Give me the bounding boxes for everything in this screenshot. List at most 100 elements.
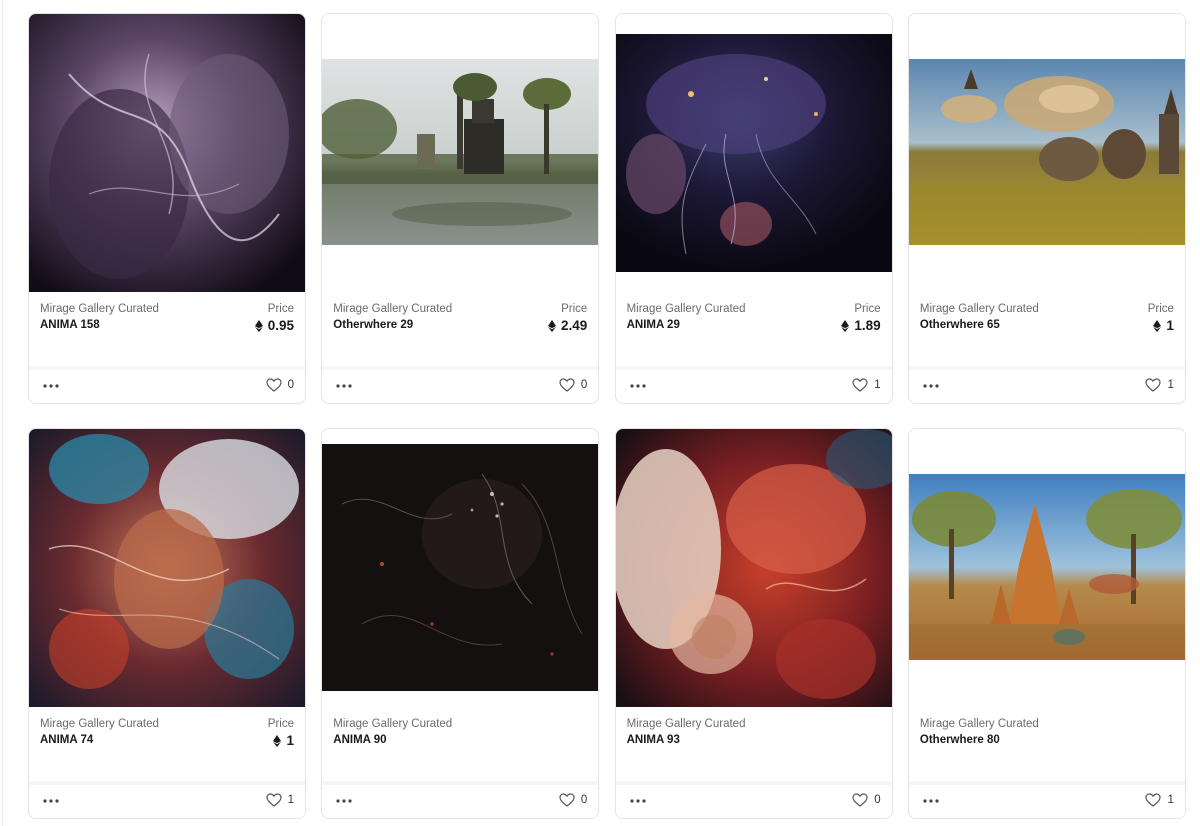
nft-title[interactable]: ANIMA 90 bbox=[333, 734, 386, 746]
heart-icon bbox=[852, 378, 868, 392]
card-info: Mirage Gallery Curated Otherwhere 80 bbox=[908, 707, 1185, 782]
nft-card[interactable]: Mirage Gallery Curated ANIMA 90 0 bbox=[321, 428, 600, 819]
more-options-icon[interactable] bbox=[335, 380, 353, 392]
artwork-image[interactable] bbox=[615, 34, 892, 272]
like-count: 1 bbox=[1167, 794, 1174, 806]
artwork-image[interactable] bbox=[322, 444, 599, 691]
creator-name[interactable]: Mirage Gallery Curated bbox=[627, 303, 755, 315]
card-info: Mirage Gallery Curated Otherwhere 65 Pri… bbox=[908, 292, 1185, 367]
card-media[interactable] bbox=[615, 14, 892, 292]
like-button[interactable]: 0 bbox=[852, 793, 881, 807]
nft-card[interactable]: Mirage Gallery Curated Otherwhere 80 1 bbox=[907, 428, 1186, 819]
artwork-image[interactable] bbox=[29, 14, 305, 292]
creator-name[interactable]: Mirage Gallery Curated bbox=[920, 303, 1048, 315]
card-footer: 0 bbox=[322, 366, 599, 403]
card-info: Mirage Gallery Curated ANIMA 93 bbox=[615, 707, 892, 782]
more-options-icon[interactable] bbox=[629, 795, 647, 807]
like-count: 0 bbox=[580, 379, 588, 391]
nft-card[interactable]: Mirage Gallery Curated ANIMA 74 Price 1 … bbox=[28, 428, 306, 819]
artwork-image[interactable] bbox=[908, 474, 1185, 660]
nft-card[interactable]: Mirage Gallery Curated ANIMA 158 Price 0… bbox=[28, 13, 306, 404]
nft-title[interactable]: ANIMA 29 bbox=[627, 319, 680, 331]
card-footer: 0 bbox=[322, 781, 599, 818]
more-options-icon[interactable] bbox=[335, 795, 353, 807]
heart-icon bbox=[852, 793, 868, 807]
card-media[interactable] bbox=[908, 429, 1185, 707]
artwork-image[interactable] bbox=[29, 429, 305, 707]
card-media[interactable] bbox=[29, 14, 305, 292]
artwork-image[interactable] bbox=[908, 59, 1185, 245]
more-options-icon[interactable] bbox=[42, 795, 60, 807]
heart-icon bbox=[265, 378, 282, 392]
price-label: Price bbox=[854, 303, 881, 315]
nft-card[interactable]: Mirage Gallery Curated Otherwhere 65 Pri… bbox=[907, 13, 1186, 404]
nft-card[interactable]: Mirage Gallery Curated Otherwhere 29 Pri… bbox=[321, 13, 600, 404]
like-button[interactable]: 1 bbox=[852, 378, 881, 392]
card-footer: 1 bbox=[615, 366, 892, 403]
heart-icon bbox=[1145, 378, 1162, 392]
like-button[interactable]: 1 bbox=[1145, 793, 1174, 807]
nft-title[interactable]: ANIMA 74 bbox=[40, 734, 93, 746]
more-options-icon[interactable] bbox=[629, 380, 647, 392]
card-media[interactable] bbox=[322, 429, 599, 707]
heart-icon bbox=[265, 793, 282, 807]
like-button[interactable]: 1 bbox=[265, 793, 294, 807]
nft-card[interactable]: Mirage Gallery Curated ANIMA 29 Price 1.… bbox=[614, 13, 893, 404]
price-value: 1.89 bbox=[841, 318, 881, 333]
ethereum-icon bbox=[273, 734, 282, 747]
more-options-icon[interactable] bbox=[922, 380, 940, 392]
heart-icon bbox=[559, 793, 575, 807]
like-button[interactable]: 1 bbox=[1145, 378, 1174, 392]
creator-name[interactable]: Mirage Gallery Curated bbox=[333, 303, 461, 315]
price-value: 0.95 bbox=[254, 318, 294, 333]
card-footer: 1 bbox=[908, 366, 1185, 403]
price-amount: 2.49 bbox=[561, 318, 588, 333]
nft-grid: Mirage Gallery Curated ANIMA 158 Price 0… bbox=[28, 13, 1186, 819]
like-count: 0 bbox=[580, 794, 588, 806]
ethereum-icon bbox=[254, 319, 263, 332]
price-value: 1 bbox=[273, 733, 294, 748]
heart-icon bbox=[559, 378, 575, 392]
card-footer: 0 bbox=[615, 781, 892, 818]
nft-title[interactable]: Otherwhere 80 bbox=[920, 734, 1000, 746]
like-count: 0 bbox=[287, 379, 294, 391]
price-amount: 1 bbox=[286, 733, 294, 748]
creator-name[interactable]: Mirage Gallery Curated bbox=[627, 718, 755, 730]
card-footer: 1 bbox=[908, 781, 1185, 818]
creator-name[interactable]: Mirage Gallery Curated bbox=[40, 718, 168, 730]
ethereum-icon bbox=[841, 319, 850, 332]
nft-title[interactable]: Otherwhere 65 bbox=[920, 319, 1000, 331]
price-value: 1 bbox=[1153, 318, 1174, 333]
card-media[interactable] bbox=[908, 14, 1185, 292]
like-button[interactable]: 0 bbox=[265, 378, 294, 392]
nft-card[interactable]: Mirage Gallery Curated ANIMA 93 0 bbox=[614, 428, 893, 819]
card-info: Mirage Gallery Curated ANIMA 29 Price 1.… bbox=[615, 292, 892, 367]
price-label: Price bbox=[561, 303, 588, 315]
left-edge-divider bbox=[0, 0, 3, 826]
card-info: Mirage Gallery Curated ANIMA 158 Price 0… bbox=[29, 292, 305, 367]
artwork-image[interactable] bbox=[322, 59, 599, 245]
creator-name[interactable]: Mirage Gallery Curated bbox=[920, 718, 1048, 730]
card-media[interactable] bbox=[322, 14, 599, 292]
price-label: Price bbox=[267, 718, 294, 730]
card-footer: 0 bbox=[29, 366, 305, 403]
ethereum-icon bbox=[1153, 319, 1162, 332]
more-options-icon[interactable] bbox=[42, 380, 60, 392]
artwork-image[interactable] bbox=[615, 429, 892, 707]
price-label: Price bbox=[1147, 303, 1174, 315]
nft-title[interactable]: ANIMA 158 bbox=[40, 319, 100, 331]
card-media[interactable] bbox=[29, 429, 305, 707]
like-button[interactable]: 0 bbox=[559, 793, 587, 807]
nft-title[interactable]: ANIMA 93 bbox=[627, 734, 680, 746]
creator-name[interactable]: Mirage Gallery Curated bbox=[333, 718, 461, 730]
like-button[interactable]: 0 bbox=[559, 378, 587, 392]
like-count: 1 bbox=[1167, 379, 1174, 391]
creator-name[interactable]: Mirage Gallery Curated bbox=[40, 303, 168, 315]
like-count: 1 bbox=[874, 379, 881, 391]
card-media[interactable] bbox=[615, 429, 892, 707]
nft-title[interactable]: Otherwhere 29 bbox=[333, 319, 413, 331]
like-count: 1 bbox=[287, 794, 294, 806]
more-options-icon[interactable] bbox=[922, 795, 940, 807]
card-info: Mirage Gallery Curated Otherwhere 29 Pri… bbox=[322, 292, 599, 367]
card-footer: 1 bbox=[29, 781, 305, 818]
